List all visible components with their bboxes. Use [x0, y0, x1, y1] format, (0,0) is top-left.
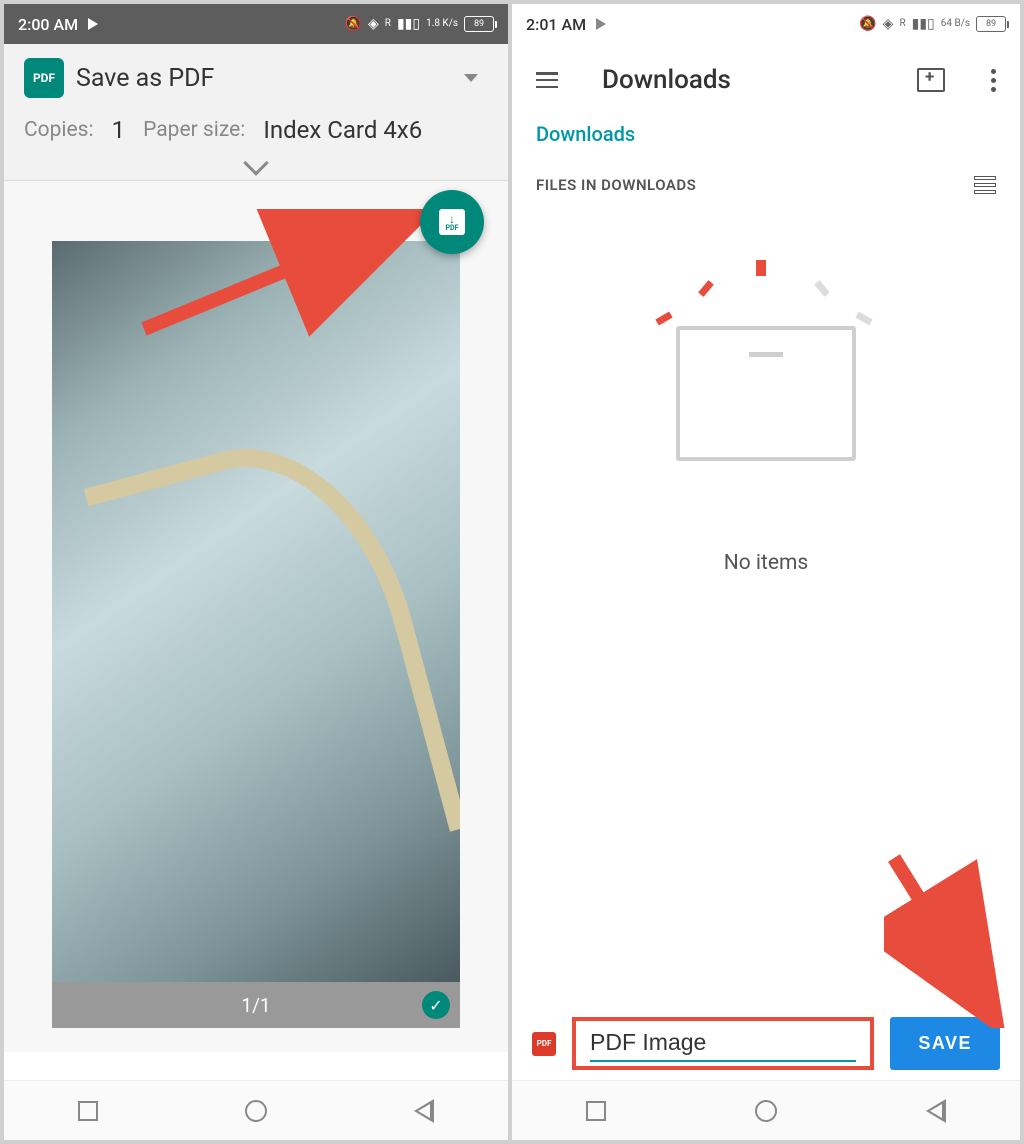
play-store-icon [88, 18, 98, 30]
expand-icon[interactable] [243, 150, 268, 175]
copies-label: Copies: [24, 118, 94, 142]
annotation-arrow [884, 848, 1014, 1028]
save-button[interactable]: SAVE [890, 1017, 1000, 1070]
battery-icon: 89 [976, 16, 1006, 32]
download-pdf-icon [439, 209, 465, 235]
network-indicator: R [899, 19, 905, 29]
page-selected-check-icon[interactable]: ✓ [422, 991, 450, 1019]
paper-size-value[interactable]: Index Card 4x6 [263, 116, 422, 144]
breadcrumb[interactable]: Downloads [512, 116, 1020, 164]
print-preview-area: 1/1 ✓ [4, 181, 508, 1052]
signal-icon: ▮▮▯ [397, 16, 420, 32]
battery-icon: 89 [464, 16, 494, 32]
downloads-screen: 2:01 AM 🔕 ◈ R ▮▮▯ 64 B/s 89 Downloads Do… [512, 4, 1020, 1140]
notification-off-icon: 🔕 [345, 16, 362, 32]
menu-button[interactable] [536, 72, 558, 88]
status-icons: 🔕 ◈ R ▮▮▯ 1.8 K/s 89 [345, 16, 494, 32]
network-indicator: R [385, 19, 391, 29]
more-options-button[interactable] [991, 69, 996, 92]
section-header: FILES IN DOWNLOADS [512, 164, 1020, 206]
view-toggle-button[interactable] [974, 176, 996, 194]
page-indicator: 1/1 [241, 994, 270, 1017]
speed-indicator: 64 B/s [941, 19, 970, 29]
wifi-icon: ◈ [368, 16, 379, 32]
dropdown-caret-icon [464, 74, 478, 82]
empty-state: No items [512, 206, 1020, 615]
recent-apps-button[interactable] [586, 1101, 606, 1121]
print-settings-panel: PDF Save as PDF Copies: 1 Paper size: In… [4, 44, 508, 181]
pdf-icon: PDF [532, 1032, 556, 1056]
recent-apps-button[interactable] [78, 1101, 98, 1121]
empty-box-icon [676, 326, 856, 461]
copies-value[interactable]: 1 [112, 116, 126, 144]
preview-footer: 1/1 ✓ [52, 982, 460, 1028]
new-folder-button[interactable] [917, 68, 945, 92]
status-time: 2:01 AM [526, 15, 586, 34]
status-bar: 2:00 AM 🔕 ◈ R ▮▮▯ 1.8 K/s 89 [4, 4, 508, 44]
wifi-icon: ◈ [883, 16, 894, 32]
status-bar: 2:01 AM 🔕 ◈ R ▮▮▯ 64 B/s 89 [512, 4, 1020, 44]
notification-off-icon: 🔕 [859, 16, 876, 32]
back-button[interactable] [414, 1099, 434, 1123]
filename-highlight [572, 1017, 874, 1070]
home-button[interactable] [755, 1100, 777, 1122]
printer-selector[interactable]: PDF Save as PDF [24, 58, 488, 98]
navigation-bar [4, 1080, 508, 1140]
play-store-icon [596, 18, 606, 30]
status-time: 2:00 AM [18, 15, 78, 34]
filename-input[interactable] [590, 1029, 856, 1062]
save-pdf-fab[interactable] [420, 190, 484, 254]
section-title: FILES IN DOWNLOADS [536, 176, 696, 194]
print-options: Copies: 1 Paper size: Index Card 4x6 [24, 116, 488, 144]
downloads-header: Downloads [512, 44, 1020, 116]
print-preview-screen: 2:00 AM 🔕 ◈ R ▮▮▯ 1.8 K/s 89 PDF Save as… [4, 4, 512, 1140]
speed-indicator: 1.8 K/s [426, 19, 458, 29]
empty-state-text: No items [724, 551, 809, 575]
page-title: Downloads [602, 65, 893, 95]
paper-size-label: Paper size: [143, 118, 245, 142]
preview-page-image[interactable] [52, 241, 460, 982]
printer-title: Save as PDF [76, 64, 452, 93]
save-file-row: PDF SAVE [512, 1007, 1020, 1080]
signal-icon: ▮▮▯ [912, 16, 935, 32]
pdf-icon: PDF [24, 58, 64, 98]
status-icons: 🔕 ◈ R ▮▮▯ 64 B/s 89 [859, 16, 1006, 32]
navigation-bar [512, 1080, 1020, 1140]
home-button[interactable] [245, 1100, 267, 1122]
back-button[interactable] [926, 1099, 946, 1123]
